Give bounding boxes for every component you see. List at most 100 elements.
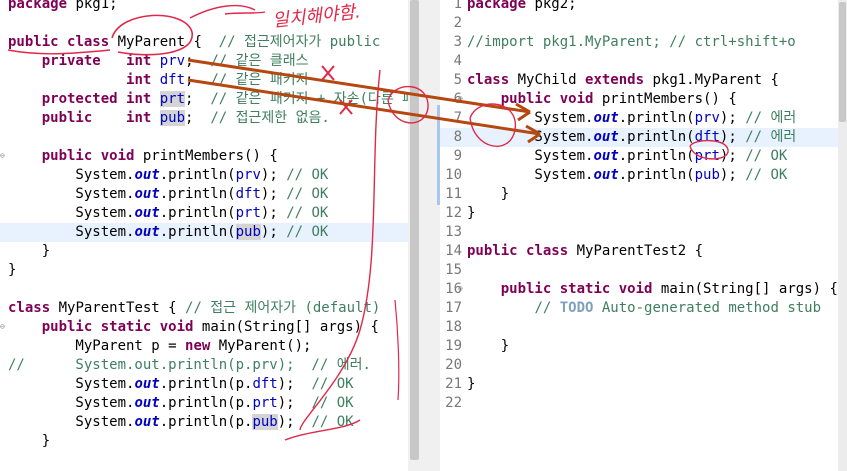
left-code-line[interactable]: System.out.println(pub); // OK <box>0 223 408 242</box>
fold-toggle-icon[interactable]: ⊖ <box>458 285 466 293</box>
code-text: System.out.println(prv); // OK <box>8 167 329 183</box>
code-text: public static void main(String[] args) { <box>500 281 838 297</box>
left-code-line[interactable]: public int pub; // 접근제한 없음. <box>0 109 408 128</box>
left-code-line[interactable]: protected int prt; // 같은 패키지 + 자손(다른 패) <box>0 90 408 109</box>
line-number: 22 <box>445 395 462 411</box>
right-code-line[interactable]: 19 } <box>440 337 847 356</box>
code-text: public int pub; // 접근제한 없음. <box>41 110 330 126</box>
right-code-line[interactable]: 4 <box>440 52 847 71</box>
right-code-line[interactable]: 11 } <box>440 185 847 204</box>
left-code-line[interactable]: public class MyParent { // 접근제어자가 public <box>0 33 408 52</box>
line-number: 1 <box>453 0 462 12</box>
code-text: protected int prt; // 같은 패키지 + 자손(다른 패) <box>41 91 408 107</box>
fold-toggle-icon[interactable]: ⊖ <box>458 95 466 103</box>
code-text: System.out.println(pub); // OK <box>467 167 788 183</box>
fold-toggle-icon[interactable]: ⊖ <box>0 323 8 331</box>
left-code-line[interactable]: System.out.println(p.prt); // OK <box>0 394 408 413</box>
code-text: package pkg1; <box>8 0 118 12</box>
left-code-line[interactable]: } <box>0 261 408 280</box>
code-text: System.out.println(p.prt); // OK <box>8 395 354 411</box>
left-code-line[interactable]: class MyParentTest { // 접근 제어자가 (default… <box>0 299 408 318</box>
line-number: 20 <box>445 357 462 373</box>
right-code-line[interactable]: 21} <box>440 375 847 394</box>
right-code-line[interactable]: 22 <box>440 394 847 413</box>
left-code-line[interactable]: } <box>0 432 408 451</box>
right-code-line[interactable]: 6 ⊖ public void printMembers() { <box>440 90 847 109</box>
code-text: int dft; // 같은 패키지 <box>126 72 309 88</box>
code-text: } <box>467 205 476 221</box>
line-number: 12 <box>445 205 462 221</box>
right-code-line[interactable]: 14 public class MyParentTest2 { <box>440 242 847 261</box>
right-scrollbar-thumb[interactable] <box>839 2 846 122</box>
right-code-line[interactable]: 7 System.out.println(prv); // 에러 <box>440 109 847 128</box>
left-code-line[interactable]: System.out.println(p.pub); // OK <box>0 413 408 432</box>
left-code-line[interactable]: // System.out.println(p.prv); // 에러. <box>0 356 408 375</box>
left-code-line[interactable] <box>0 280 408 299</box>
left-code-line[interactable] <box>0 128 408 147</box>
right-code-line[interactable]: 20 <box>440 356 847 375</box>
left-code-line[interactable]: ⊖ public static void main(String[] args)… <box>0 318 408 337</box>
left-code-line[interactable]: System.out.println(dft); // OK <box>0 185 408 204</box>
line-number: 5 <box>453 72 462 88</box>
line-number: 10 <box>445 167 462 183</box>
code-text: System.out.println(p.pub); // OK <box>8 414 354 430</box>
right-code-line[interactable]: 2 <box>440 14 847 33</box>
left-code-line[interactable]: private int prv; // 같은 클래스 <box>0 52 408 71</box>
left-editor-pane[interactable]: package pkg1; public class MyParent { // … <box>0 0 408 471</box>
left-scrollbar-thumb[interactable] <box>410 0 419 460</box>
code-text: // TODO Auto-generated method stub <box>534 300 822 316</box>
right-code-line[interactable]: 17 // TODO Auto-generated method stub <box>440 299 847 318</box>
right-editor-pane[interactable]: 1 package pkg2; 2 3 //import pkg1.MyParent; … <box>440 0 847 471</box>
right-code-line[interactable]: 3 //import pkg1.MyParent; // ctrl+shift+o <box>440 33 847 52</box>
right-code-line[interactable]: 8 System.out.println(dft); // 에러 <box>440 128 847 147</box>
code-text: System.out.println(dft); // 에러 <box>467 129 797 145</box>
fold-toggle-icon[interactable]: ⊖ <box>0 152 8 160</box>
line-number: 14 <box>445 243 462 259</box>
right-code-line[interactable]: 9 System.out.println(prt); // OK <box>440 147 847 166</box>
right-code-line[interactable]: 5 class MyChild extends pkg1.MyParent { <box>440 71 847 90</box>
code-text: public void printMembers() { <box>41 148 278 164</box>
code-text: } <box>467 186 510 202</box>
line-number: 15 <box>445 262 462 278</box>
code-text: private int prv; // 같은 클래스 <box>41 53 309 69</box>
right-code-line[interactable]: 12} <box>440 204 847 223</box>
code-text: //import pkg1.MyParent; // ctrl+shift+o <box>467 34 796 50</box>
code-text: // System.out.println(p.prv); // 에러. <box>8 357 371 373</box>
code-text: public void printMembers() { <box>500 91 737 107</box>
code-text: } <box>467 376 476 392</box>
line-number: 7 <box>453 110 462 126</box>
code-text: } <box>8 262 17 278</box>
left-code-line[interactable]: } <box>0 242 408 261</box>
line-number: 17 <box>445 300 462 316</box>
code-text: class MyParentTest { // 접근 제어자가 (default… <box>8 300 381 316</box>
line-number: 2 <box>453 15 462 31</box>
line-number: 21 <box>445 376 462 392</box>
right-code-line[interactable]: 13 <box>440 223 847 242</box>
line-number: 8 <box>453 129 462 145</box>
code-text: public static void main(String[] args) { <box>41 319 379 335</box>
left-code-line[interactable] <box>0 451 408 470</box>
line-number: 11 <box>445 186 462 202</box>
right-code-line[interactable]: 16 ⊖ public static void main(String[] arg… <box>440 280 847 299</box>
left-code-line[interactable]: System.out.println(prv); // OK <box>0 166 408 185</box>
code-text: } <box>467 338 510 354</box>
code-text: } <box>8 243 51 259</box>
right-code-line[interactable]: 1 package pkg2; <box>440 0 847 14</box>
code-text: MyParent p = new MyParent(); <box>8 338 312 354</box>
left-code-line[interactable]: int dft; // 같은 패키지 <box>0 71 408 90</box>
code-text: public class MyParentTest2 { <box>467 243 704 259</box>
left-code-line[interactable]: ⊖ public void printMembers() { <box>0 147 408 166</box>
right-code-line[interactable]: 18 <box>440 318 847 337</box>
left-code-line[interactable]: MyParent p = new MyParent(); <box>0 337 408 356</box>
code-text: System.out.println(dft); // OK <box>8 186 329 202</box>
line-number: 9 <box>453 148 462 164</box>
code-text: System.out.println(p.dft); // OK <box>8 376 354 392</box>
code-text: System.out.println(prt); // OK <box>467 148 788 164</box>
right-code-line[interactable]: 15 <box>440 261 847 280</box>
left-code-line[interactable]: System.out.println(prt); // OK <box>0 204 408 223</box>
line-number: 18 <box>445 319 462 335</box>
code-text: public class MyParent { // 접근제어자가 public <box>8 34 381 50</box>
code-text: System.out.println(prt); // OK <box>8 205 329 221</box>
left-code-line[interactable]: System.out.println(p.dft); // OK <box>0 375 408 394</box>
right-code-line[interactable]: 10 System.out.println(pub); // OK <box>440 166 847 185</box>
